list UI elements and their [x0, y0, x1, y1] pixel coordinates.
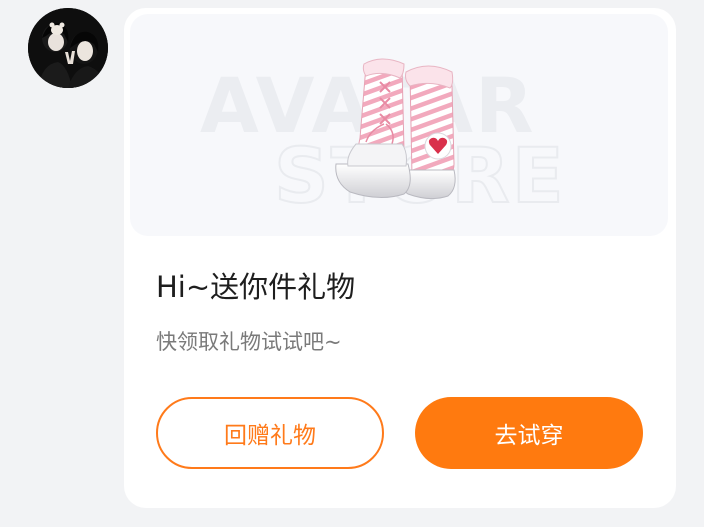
gift-preview[interactable]: AVATAR STORE [130, 14, 668, 236]
gift-card: AVATAR STORE [124, 8, 676, 508]
try-on-button[interactable]: 去试穿 [415, 397, 643, 469]
gift-subtitle: 快领取礼物试试吧~ [156, 330, 342, 354]
gift-title: Hi~送你件礼物 [156, 270, 356, 304]
sender-avatar[interactable] [28, 8, 108, 88]
pink-striped-boots-icon [335, 58, 456, 200]
user-avatar-photo-icon [28, 8, 108, 88]
return-gift-button[interactable]: 回赠礼物 [156, 397, 384, 469]
